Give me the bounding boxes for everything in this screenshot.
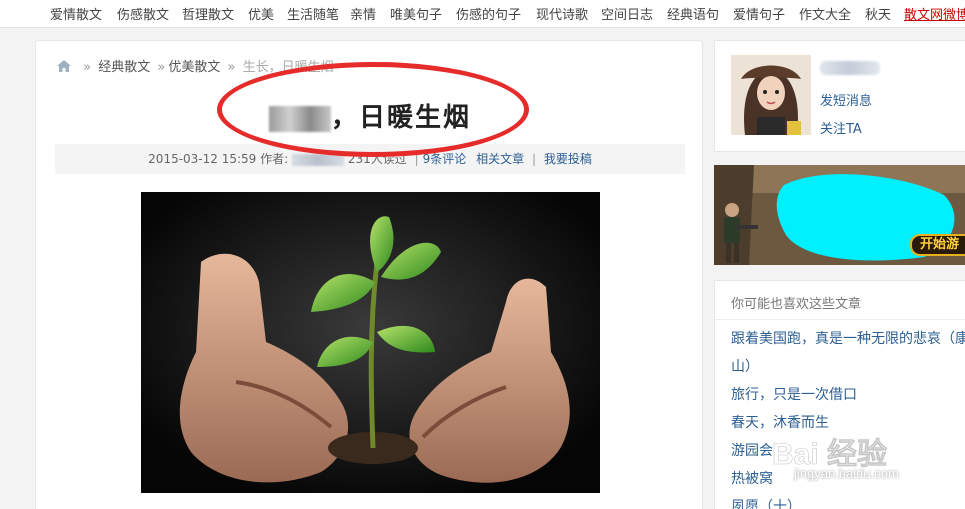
nav-item[interactable]: 作文大全 [799, 4, 851, 23]
nav-item[interactable]: 唯美句子 [390, 4, 442, 23]
hands-seedling-image [141, 192, 600, 493]
breadcrumb-beautiful-prose[interactable]: 优美散文 [168, 60, 220, 75]
follow-link[interactable]: 关注TA [820, 118, 862, 137]
article-image [141, 192, 600, 493]
top-nav: 爱情散文 伤感散文 哲理散文 优美 生活随笔 亲情 唯美句子 伤感的句子 现代诗… [0, 0, 965, 28]
list-item: 跟着美国跑，真是一种无限的悲哀（康 [731, 325, 965, 353]
post-date: 2015-03-12 15:59 [148, 152, 257, 166]
recommended-link[interactable]: 夙愿（十） [731, 499, 801, 509]
nav-item[interactable]: 现代诗歌 [536, 4, 588, 23]
watermark-url: jingyan.baidu.com [794, 466, 899, 481]
nav-item[interactable]: 爱情散文 [50, 4, 102, 23]
recommended-link[interactable]: 游园会 [731, 443, 773, 459]
list-item: 春天，沐香而生 [731, 409, 965, 437]
nav-item-weibo[interactable]: 散文网微博 [904, 4, 965, 23]
list-item: 山） [731, 353, 965, 381]
author-profile-card: 发短消息 关注TA [714, 40, 965, 152]
recommended-list: 跟着美国跑，真是一种无限的悲哀（康 山） 旅行，只是一次借口 春天，沐香而生 游… [731, 325, 965, 509]
ad-start-button[interactable]: 开始游 [910, 234, 965, 256]
nav-item[interactable]: 伤感的句子 [456, 4, 521, 23]
recommended-link[interactable]: 旅行，只是一次借口 [731, 387, 857, 403]
meta-separator: | [531, 152, 536, 166]
profile-username[interactable] [820, 61, 880, 75]
home-icon[interactable] [56, 59, 72, 73]
avatar[interactable] [731, 55, 811, 135]
recommended-link[interactable]: 跟着美国跑，真是一种无限的悲哀（康 [731, 331, 965, 347]
avatar-illustration [731, 55, 811, 135]
nav-item[interactable]: 优美 [248, 4, 274, 23]
nav-item[interactable]: 伤感散文 [117, 4, 169, 23]
divider [715, 319, 965, 320]
recommended-heading: 你可能也喜欢这些文章 [731, 297, 862, 312]
comments-link[interactable]: 9条评论 [423, 152, 467, 166]
breadcrumb-separator: » [227, 60, 236, 75]
recommended-link[interactable]: 山） [731, 359, 759, 375]
recommended-link[interactable]: 热被窝 [731, 471, 773, 487]
breadcrumb-separator: » [157, 60, 166, 75]
send-message-link[interactable]: 发短消息 [820, 90, 872, 109]
list-item: 夙愿（十） [731, 493, 965, 509]
list-item: 旅行，只是一次借口 [731, 381, 965, 409]
nav-item[interactable]: 哲理散文 [182, 4, 234, 23]
nav-item[interactable]: 经典语句 [667, 4, 719, 23]
recommended-link[interactable]: 春天，沐香而生 [731, 415, 829, 431]
list-item: 游园会 [731, 437, 965, 465]
breadcrumb-classic-prose[interactable]: 经典散文 [98, 60, 150, 75]
nav-item[interactable]: 生活随笔 [287, 4, 339, 23]
related-articles-link[interactable]: 相关文章 [476, 152, 524, 166]
author-label: 作者: [260, 152, 289, 166]
nav-item[interactable]: 空间日志 [601, 4, 653, 23]
nav-item[interactable]: 秋天 [865, 4, 891, 23]
breadcrumb-separator: » [83, 60, 92, 75]
nav-item[interactable]: 亲情 [350, 4, 376, 23]
game-ad-banner[interactable]: 开始游 [714, 165, 965, 265]
submit-article-link[interactable]: 我要投稿 [544, 152, 592, 166]
nav-item[interactable]: 爱情句子 [733, 4, 785, 23]
annotation-circle [217, 62, 529, 157]
